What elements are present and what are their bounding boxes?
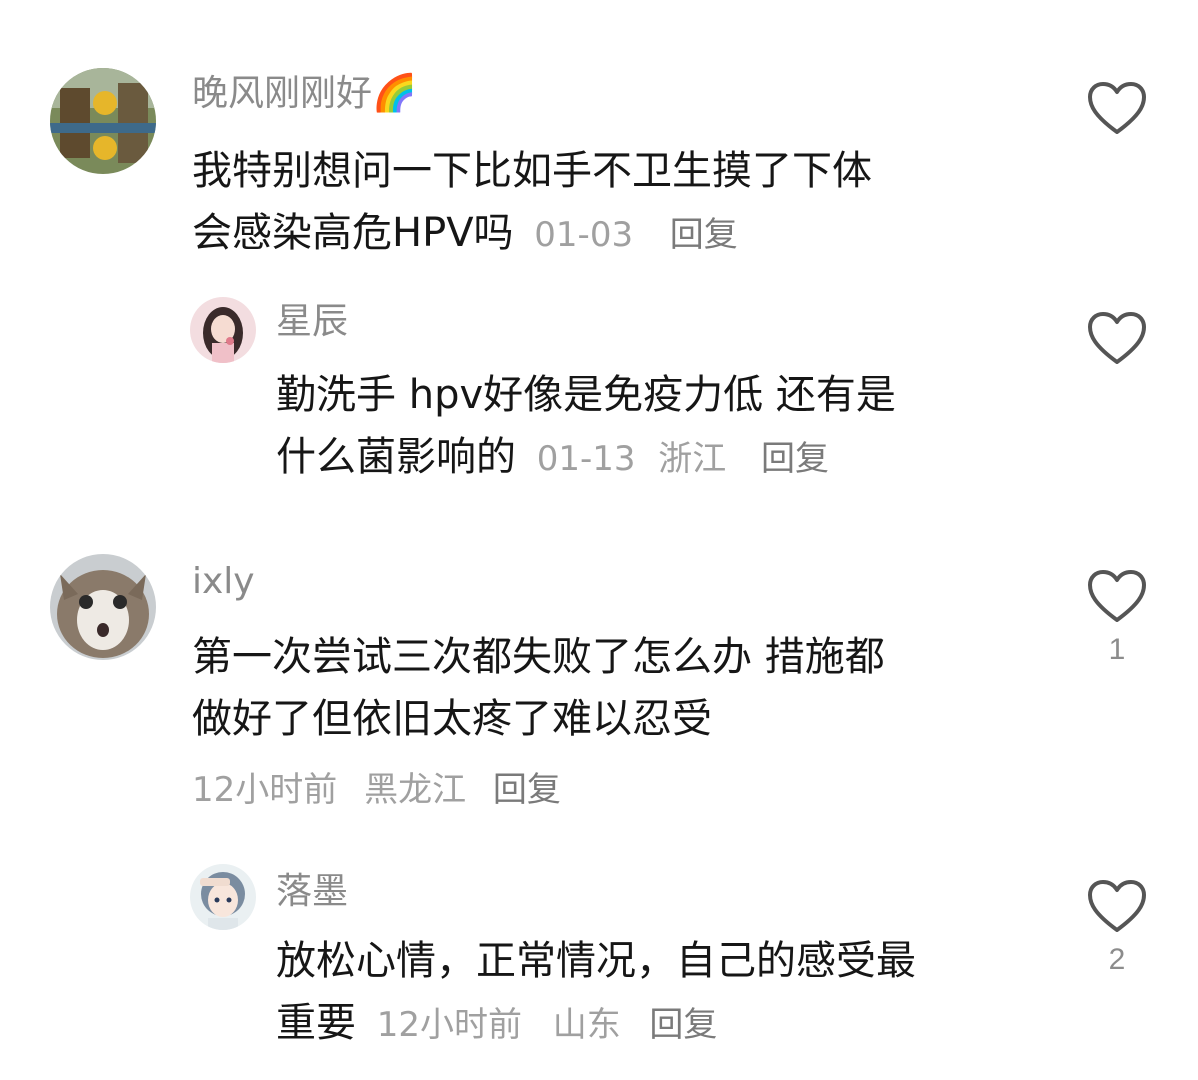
username[interactable]: 晚风刚刚好🌈 — [192, 72, 417, 116]
comment-text: 第一次尝试三次都失败了怎么办 措施都 做好了但依旧太疼了难以忍受 — [192, 626, 885, 750]
comment-line: 重要 12小时前 山东 回复 — [276, 992, 916, 1056]
comment-meta: 12小时前 黑龙江 回复 — [192, 768, 561, 812]
comment-list: 晚风刚刚好🌈 我特别想问一下比如手不卫生摸了下体 会感染高危HPV吗 01-03… — [0, 0, 1198, 1080]
heart-icon — [1088, 570, 1146, 622]
comment-line-text: 重要 — [276, 1000, 356, 1046]
avatar[interactable] — [190, 864, 256, 930]
rainbow-icon: 🌈 — [372, 73, 417, 114]
comment-line: 什么菌影响的 01-13 浙江 回复 — [276, 426, 896, 490]
comment-text: 勤洗手 hpv好像是免疫力低 还有是 什么菌影响的 01-13 浙江 回复 — [276, 364, 896, 490]
reply-item: 落墨 放松心情，正常情况，自己的感受最 重要 12小时前 山东 回复 2 — [0, 850, 1198, 1070]
comment-location: 黑龙江 — [364, 770, 467, 810]
heart-icon — [1088, 312, 1146, 364]
comment-time: 01-03 — [534, 215, 634, 255]
like-button[interactable]: 1 — [1086, 570, 1148, 670]
like-button[interactable]: 2 — [1086, 880, 1148, 980]
landscape-avatar-image — [50, 68, 156, 174]
reply-button[interactable]: 回复 — [761, 439, 829, 479]
like-button[interactable] — [1086, 82, 1148, 142]
heart-icon — [1088, 880, 1146, 932]
avatar[interactable] — [190, 297, 256, 363]
comment-text: 我特别想问一下比如手不卫生摸了下体 会感染高危HPV吗 01-03 回复 — [192, 140, 872, 266]
comment-line: 我特别想问一下比如手不卫生摸了下体 — [192, 148, 872, 194]
like-count: 1 — [1108, 633, 1126, 666]
comment-line: 勤洗手 hpv好像是免疫力低 还有是 — [276, 372, 896, 418]
like-count: 2 — [1108, 943, 1126, 976]
comment-location: 浙江 — [658, 439, 727, 479]
comment-item: ixly 第一次尝试三次都失败了怎么办 措施都 做好了但依旧太疼了难以忍受 12… — [0, 540, 1198, 830]
comment-line-text: 什么菌影响的 — [276, 434, 516, 480]
cat-avatar-image — [50, 554, 156, 660]
username-text[interactable]: 晚风刚刚好 — [192, 73, 372, 114]
comment-time: 01-13 — [536, 439, 636, 479]
comment-line: 第一次尝试三次都失败了怎么办 措施都 — [192, 634, 885, 680]
comment-item: 晚风刚刚好🌈 我特别想问一下比如手不卫生摸了下体 会感染高危HPV吗 01-03… — [0, 0, 1198, 270]
reply-button[interactable]: 回复 — [670, 215, 738, 255]
comment-line-text: 会感染高危HPV吗 — [192, 210, 514, 256]
avatar[interactable] — [50, 68, 156, 174]
heart-icon — [1088, 82, 1146, 134]
girl-with-flower-avatar-image — [190, 297, 256, 363]
comment-location: 山东 — [552, 1005, 621, 1045]
comment-text: 放松心情，正常情况，自己的感受最 重要 12小时前 山东 回复 — [276, 930, 916, 1056]
username[interactable]: ixly — [192, 560, 255, 604]
anime-girl-avatar-image — [190, 864, 256, 930]
comment-line: 会感染高危HPV吗 01-03 回复 — [192, 202, 872, 266]
comment-time: 12小时前 — [376, 1005, 522, 1045]
username[interactable]: 落墨 — [276, 870, 348, 914]
comment-line: 放松心情，正常情况，自己的感受最 — [276, 938, 916, 984]
reply-button[interactable]: 回复 — [649, 1005, 717, 1045]
like-button[interactable] — [1086, 312, 1148, 372]
comment-line: 做好了但依旧太疼了难以忍受 — [192, 696, 712, 742]
username[interactable]: 星辰 — [276, 300, 348, 344]
reply-button[interactable]: 回复 — [493, 770, 561, 810]
avatar[interactable] — [50, 554, 156, 660]
comment-time: 12小时前 — [192, 770, 338, 810]
reply-item: 星辰 勤洗手 hpv好像是免疫力低 还有是 什么菌影响的 01-13 浙江 回复 — [0, 280, 1198, 510]
